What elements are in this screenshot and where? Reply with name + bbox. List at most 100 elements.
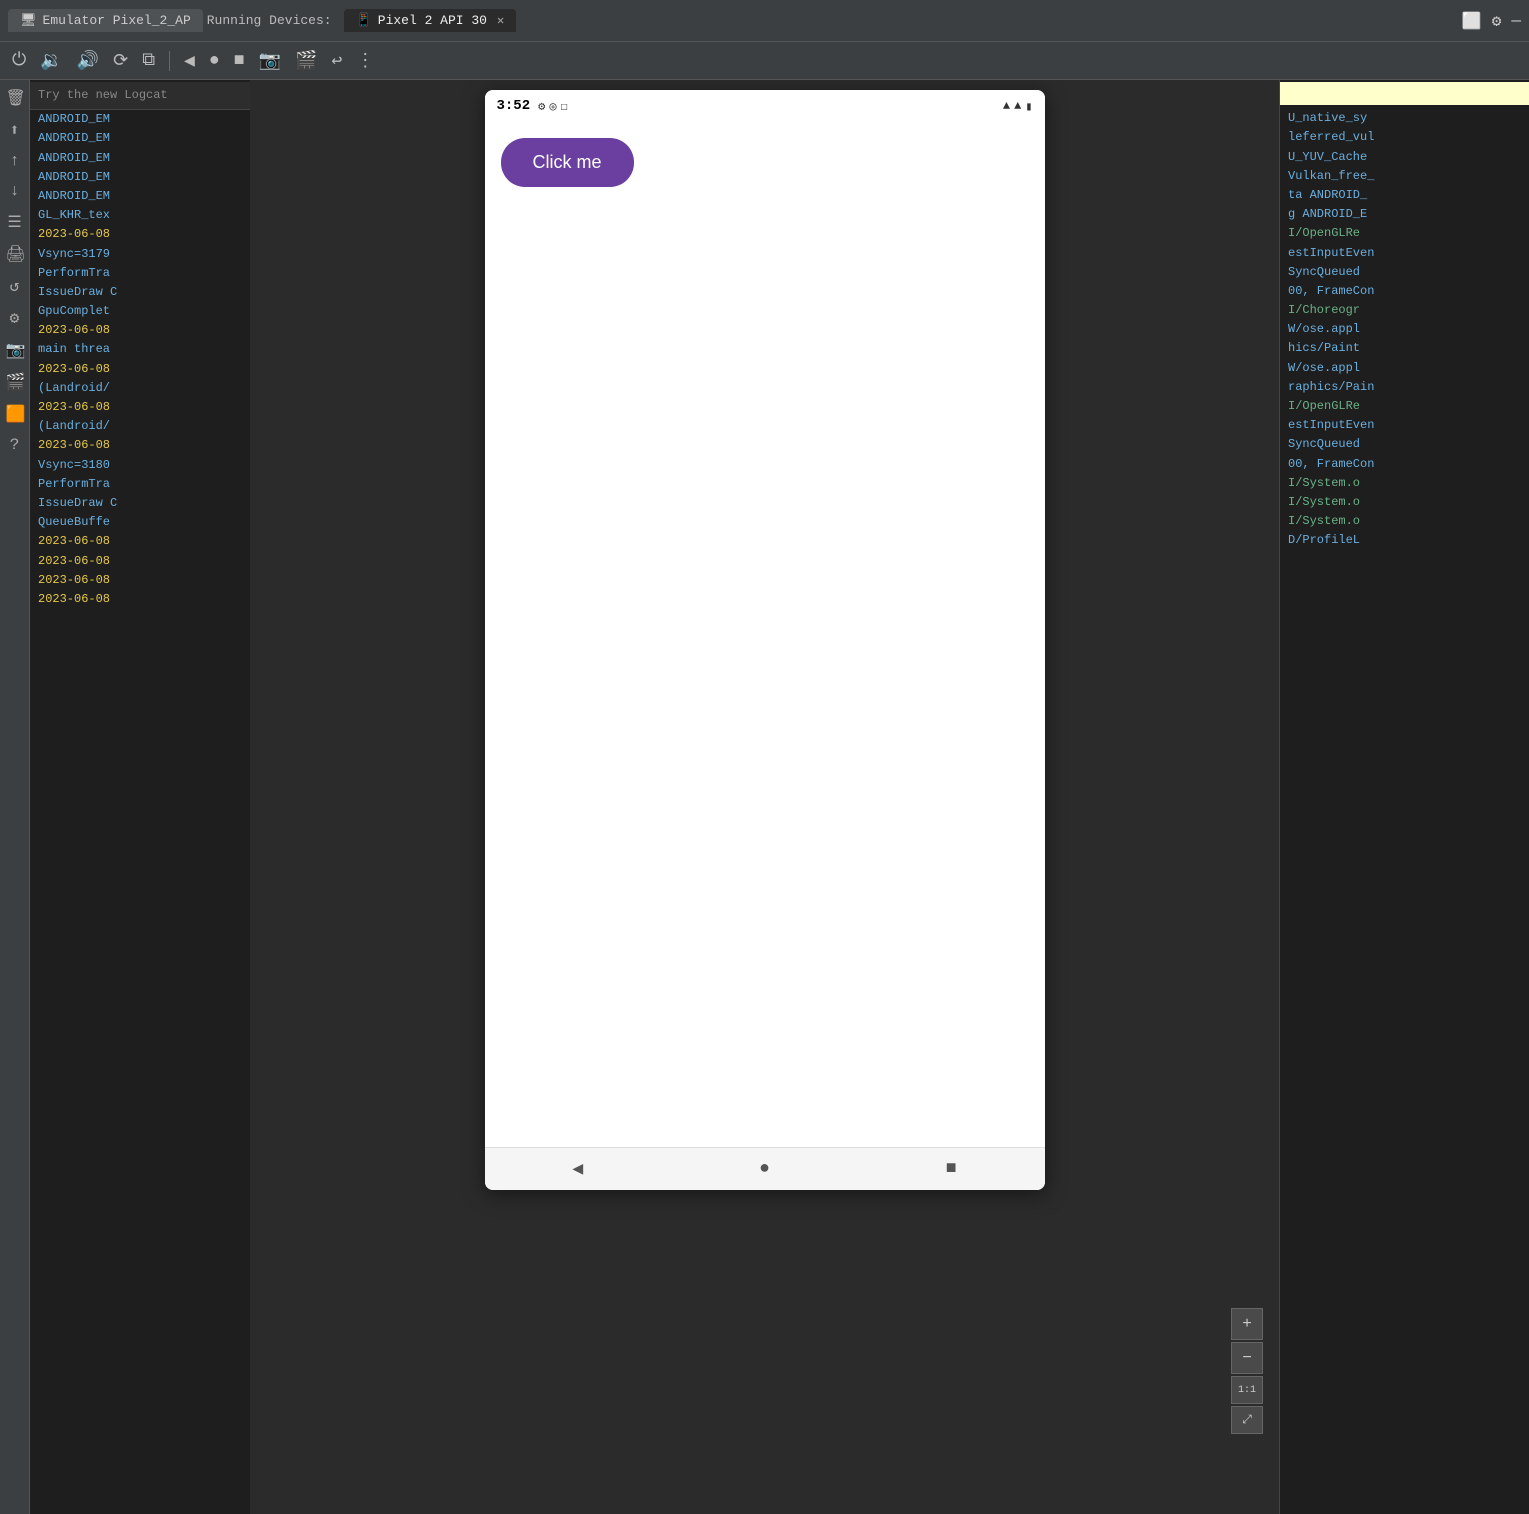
list-item: PerformTra: [30, 264, 250, 283]
screenshot-icon[interactable]: 📷: [255, 46, 285, 76]
volume-down-icon[interactable]: 🔉: [36, 46, 66, 76]
list-item: GL_KHR_tex: [30, 206, 250, 225]
list-item: estInputEven: [1280, 416, 1529, 435]
list-item: 00, FrameCon: [1280, 455, 1529, 474]
emulator-frame: 3:52 ⚙ ◎ ☐ ▲ ▲ ▮ Click me ◀ ●: [485, 90, 1045, 1190]
status-bar: 3:52 ⚙ ◎ ☐ ▲ ▲ ▮: [485, 90, 1045, 122]
power-icon[interactable]: ⏻: [8, 46, 30, 75]
list-item: (Landroid/: [30, 417, 250, 436]
sidebar-print-icon[interactable]: 🖨: [2, 240, 28, 268]
sidebar-gear-icon[interactable]: ⚙: [2, 304, 28, 332]
list-item: PerformTra: [30, 475, 250, 494]
settings-icon[interactable]: ⚙: [1492, 11, 1502, 31]
list-item: raphics/Pain: [1280, 378, 1529, 397]
list-item: I/System.o: [1280, 512, 1529, 531]
location-status-icon: ◎: [549, 99, 556, 114]
sidebar-list-icon[interactable]: ☰: [2, 208, 28, 236]
logcat-search[interactable]: Try the new Logcat: [30, 82, 250, 110]
fold-icon[interactable]: ⧉: [138, 46, 159, 75]
list-item: 2023-06-08: [30, 552, 250, 571]
logcat-right-entries: U_native_syleferred_vulU_YUV_CacheVulkan…: [1280, 109, 1529, 550]
list-item: SyncQueued: [1280, 263, 1529, 282]
list-item: Vsync=3180: [30, 456, 250, 475]
stop-icon[interactable]: ■: [230, 47, 249, 75]
nav-recent-icon[interactable]: ■: [946, 1159, 957, 1179]
status-icons-left: ⚙ ◎ ☐: [538, 99, 568, 114]
app-content: Click me: [485, 122, 1045, 1147]
more-options-icon[interactable]: ⋮: [352, 46, 378, 76]
list-item: 00, FrameCon: [1280, 282, 1529, 301]
zoom-in-button[interactable]: +: [1231, 1308, 1263, 1340]
list-item: IssueDraw C: [30, 494, 250, 513]
nfc-status-icon: ☐: [561, 99, 568, 114]
list-item: U_YUV_Cache: [1280, 148, 1529, 167]
emulator-area: 3:52 ⚙ ◎ ☐ ▲ ▲ ▮ Click me ◀ ●: [250, 80, 1279, 1514]
list-item: g ANDROID_E: [1280, 205, 1529, 224]
sidebar-down-icon[interactable]: ↓: [2, 178, 28, 204]
list-item: I/OpenGLRe: [1280, 224, 1529, 243]
minimize-icon[interactable]: —: [1511, 12, 1521, 30]
logcat-right-highlight: [1280, 82, 1529, 105]
list-item: W/ose.appl: [1280, 320, 1529, 339]
logcat-left-panel: Try the new Logcat ANDROID_EMANDROID_EMA…: [30, 80, 250, 1514]
list-item: QueueBuffe: [30, 513, 250, 532]
click-me-button[interactable]: Click me: [501, 138, 634, 187]
list-item: 2023-06-08: [30, 436, 250, 455]
sidebar-trash-icon[interactable]: 🗑: [2, 84, 28, 112]
list-item: I/System.o: [1280, 474, 1529, 493]
list-item: ANDROID_EM: [30, 187, 250, 206]
list-item: 2023-06-08: [30, 398, 250, 417]
sidebar-upload-icon[interactable]: ⬆: [2, 116, 28, 144]
logcat-left-entries: ANDROID_EMANDROID_EMANDROID_EMANDROID_EM…: [30, 110, 250, 609]
list-item: estInputEven: [1280, 244, 1529, 263]
list-item: 2023-06-08: [30, 225, 250, 244]
list-item: GpuComplet: [30, 302, 250, 321]
list-item: Vulkan_free_: [1280, 167, 1529, 186]
screenrecord-icon[interactable]: 🎬: [291, 46, 321, 76]
list-item: ANDROID_EM: [30, 149, 250, 168]
sidebar-camera-icon[interactable]: 📷: [2, 336, 28, 364]
rotate-icon[interactable]: ⟳: [109, 46, 132, 76]
sidebar-orange-icon[interactable]: 🟧: [2, 400, 28, 428]
monitor-view-icon[interactable]: ⬜: [1462, 11, 1482, 31]
status-time: 3:52: [497, 98, 531, 114]
settings-status-icon: ⚙: [538, 99, 545, 114]
emulator-toolbar: ⏻ 🔉 🔊 ⟳ ⧉ ◀ ● ■ 📷 🎬 ↩ ⋮: [0, 42, 1529, 80]
list-item: leferred_vul: [1280, 128, 1529, 147]
tab-pixel2[interactable]: 📱 Pixel 2 API 30 ✕: [344, 9, 517, 32]
list-item: 2023-06-08: [30, 571, 250, 590]
list-item: I/System.o: [1280, 493, 1529, 512]
nav-home-icon[interactable]: ●: [759, 1159, 770, 1179]
sidebar-refresh-icon[interactable]: ↺: [2, 272, 28, 300]
logcat-right-panel: U_native_syleferred_vulU_YUV_CacheVulkan…: [1279, 80, 1529, 1514]
list-item: U_native_sy: [1280, 109, 1529, 128]
close-tab-icon[interactable]: ✕: [497, 13, 504, 28]
zoom-out-button[interactable]: −: [1231, 1342, 1263, 1374]
status-icons-right: ▲ ▲ ▮: [1003, 99, 1033, 114]
list-item: ANDROID_EM: [30, 168, 250, 187]
list-item: 2023-06-08: [30, 321, 250, 340]
left-sidebar: 🗑 ⬆ ↑ ↓ ☰ 🖨 ↺ ⚙ 📷 🎬 🟧 ?: [0, 80, 30, 1514]
sidebar-help-icon[interactable]: ?: [2, 432, 28, 458]
zoom-expand-button[interactable]: ⤢: [1231, 1406, 1263, 1434]
zoom-percent-label[interactable]: 1:1: [1231, 1376, 1263, 1404]
list-item: I/Choreogr: [1280, 301, 1529, 320]
battery-icon: ▮: [1025, 99, 1032, 114]
list-item: hics/Paint: [1280, 339, 1529, 358]
device-icon: 📱: [356, 13, 372, 28]
zoom-controls: + − 1:1 ⤢: [1231, 1308, 1263, 1434]
tab-emulator-label: Emulator Pixel_2_AP: [43, 13, 191, 28]
list-item: 2023-06-08: [30, 532, 250, 551]
list-item: ANDROID_EM: [30, 129, 250, 148]
sidebar-video-icon[interactable]: 🎬: [2, 368, 28, 396]
wifi-icon: ▲: [1003, 99, 1010, 113]
volume-up-icon[interactable]: 🔊: [73, 46, 103, 76]
replay-icon[interactable]: ↩: [327, 46, 346, 76]
tab-emulator[interactable]: 🖥 Emulator Pixel_2_AP: [8, 9, 203, 32]
record-dot-icon[interactable]: ●: [205, 47, 224, 75]
sidebar-up-icon[interactable]: ↑: [2, 148, 28, 174]
back-icon[interactable]: ◀: [180, 46, 199, 76]
main-area: 🗑 ⬆ ↑ ↓ ☰ 🖨 ↺ ⚙ 📷 🎬 🟧 ? Try the new Logc…: [0, 80, 1529, 1514]
nav-back-icon[interactable]: ◀: [572, 1158, 583, 1180]
list-item: Vsync=3179: [30, 245, 250, 264]
